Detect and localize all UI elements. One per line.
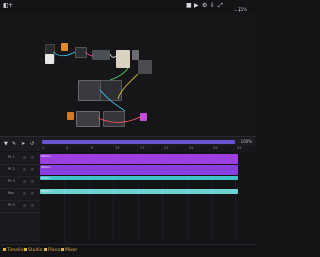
piano-icon xyxy=(44,248,47,251)
track-label: Pt 5 xyxy=(8,203,15,207)
clip[interactable]: Pattern xyxy=(40,165,238,175)
mute-icon[interactable] xyxy=(23,156,26,159)
patch-cables xyxy=(52,51,141,123)
pencil-tool-icon[interactable]: ✎ xyxy=(12,141,16,147)
solo-icon[interactable] xyxy=(31,204,34,207)
mute-icon[interactable] xyxy=(23,180,26,183)
track-label: Rec xyxy=(8,191,15,195)
tab-label: Studio xyxy=(28,248,43,253)
top-toolbar: ◧ + ■ ▶ ⚙ ⇩ ⤢ − + 75% xyxy=(0,0,256,13)
stop-icon[interactable]: ■ xyxy=(186,2,192,9)
add-module-icon[interactable]: + xyxy=(8,2,13,9)
module-rack-canvas[interactable] xyxy=(0,12,256,136)
clip-label: Pattern xyxy=(41,176,52,180)
timeline-zoom: 100% xyxy=(240,139,252,144)
tab-mixer[interactable]: Mixer xyxy=(61,248,77,253)
clip[interactable]: Pattern xyxy=(40,154,238,164)
fullscreen-icon[interactable]: ⤢ xyxy=(218,2,223,9)
tab-timeline[interactable]: Timeline xyxy=(3,248,26,253)
mute-icon[interactable] xyxy=(23,204,26,207)
tab-label: Piano xyxy=(48,248,61,253)
ruler-mark: 13 xyxy=(115,146,120,150)
ruler-mark: 5 xyxy=(66,146,69,150)
ruler-mark: 21 xyxy=(164,146,169,150)
timeline-scrollbar[interactable] xyxy=(42,140,235,144)
track-label: Pt 3 xyxy=(8,179,15,183)
solo-icon[interactable] xyxy=(31,168,34,171)
ruler-mark: 17 xyxy=(140,146,145,150)
clip-label: Pattern xyxy=(41,189,52,193)
ruler-mark: 33 xyxy=(237,146,242,150)
ruler-mark: 25 xyxy=(189,146,194,150)
ruler-mark: 29 xyxy=(213,146,218,150)
clip[interactable]: Pattern xyxy=(40,189,238,194)
loop-tool-icon[interactable]: ↺ xyxy=(30,141,34,147)
play-icon[interactable]: ▶ xyxy=(194,2,199,9)
settings-icon[interactable]: ⚙ xyxy=(202,2,207,9)
export-icon[interactable]: ⇩ xyxy=(210,2,215,9)
studio-icon xyxy=(24,248,27,251)
mixer-icon xyxy=(61,248,64,251)
ruler-mark: 1 xyxy=(42,146,45,150)
bottom-tab-bar: Timeline Studio Piano Mixer xyxy=(0,244,256,257)
mute-icon[interactable] xyxy=(23,168,26,171)
track-label: Pt 2 xyxy=(8,167,15,171)
solo-icon[interactable] xyxy=(31,180,34,183)
clip-label: Pattern xyxy=(41,165,52,169)
tab-studio[interactable]: Studio xyxy=(24,248,42,253)
clip-label: Pattern xyxy=(41,154,52,158)
mute-icon[interactable] xyxy=(23,192,26,195)
track-list: Pt 1 Pt 2 Pt 3 Rec Pt 5 xyxy=(0,152,40,242)
solo-icon[interactable] xyxy=(31,156,34,159)
collapse-icon[interactable]: ▼ xyxy=(4,141,8,147)
track-row[interactable]: Pt 5 xyxy=(0,200,40,213)
clip[interactable]: Pattern xyxy=(40,176,238,180)
timeline-icon xyxy=(3,248,6,251)
solo-icon[interactable] xyxy=(31,192,34,195)
tab-piano[interactable]: Piano xyxy=(44,248,60,253)
track-label: Pt 1 xyxy=(8,155,15,159)
arrangement-view[interactable]: Pattern Pattern Pattern Pattern xyxy=(40,152,256,242)
pointer-tool-icon[interactable]: ➤ xyxy=(21,141,25,147)
ruler-mark: 9 xyxy=(91,146,94,150)
tab-label: Mixer xyxy=(65,248,78,253)
